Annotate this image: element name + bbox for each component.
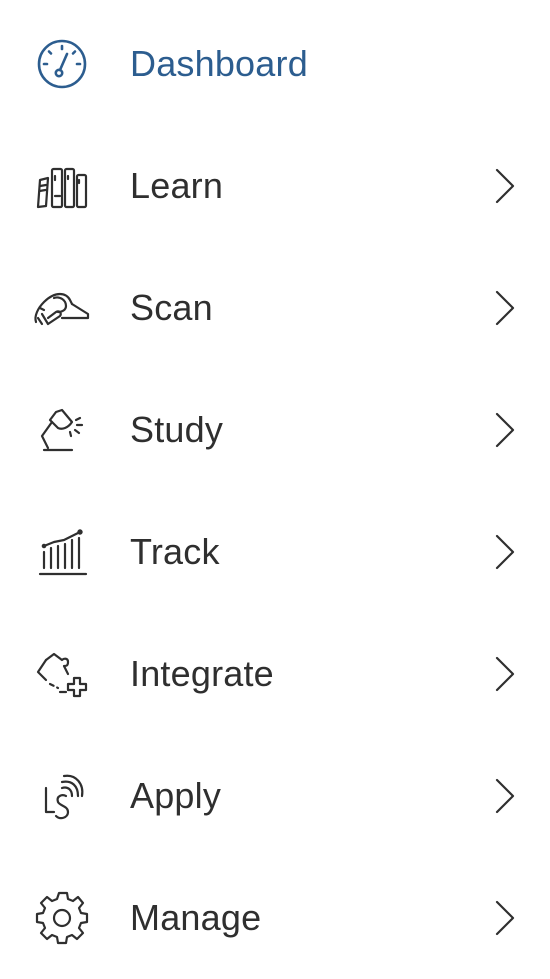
nav-label-study: Study	[130, 409, 224, 450]
nav-item-dashboard[interactable]: Dashboard	[0, 3, 550, 125]
ls-signal-icon	[32, 766, 92, 826]
nav-item-learn[interactable]: Learn	[0, 125, 550, 247]
chevron-right-icon[interactable]	[490, 654, 520, 694]
chevron-right-icon[interactable]	[490, 410, 520, 450]
chevron-right-icon[interactable]	[490, 532, 520, 572]
desk-lamp-icon	[32, 400, 92, 460]
dashboard-gauge-icon	[32, 34, 92, 94]
bar-chart-trend-icon	[32, 522, 92, 582]
chevron-right-icon[interactable]	[490, 166, 520, 206]
nav-label-manage: Manage	[130, 897, 262, 938]
nav-item-scan[interactable]: Scan	[0, 247, 550, 369]
nav-label-integrate: Integrate	[130, 653, 274, 694]
nav-item-manage[interactable]: Manage	[0, 857, 550, 979]
books-icon	[32, 156, 92, 216]
nav-label-scan: Scan	[130, 287, 213, 328]
nav-item-integrate[interactable]: Integrate	[0, 613, 550, 735]
main-navigation-menu: Dashboard Learn Scan Study Track Integra…	[0, 0, 550, 978]
chevron-right-icon[interactable]	[490, 776, 520, 816]
nav-label-dashboard: Dashboard	[130, 43, 308, 84]
nav-label-apply: Apply	[130, 775, 222, 816]
nav-label-track: Track	[130, 531, 220, 572]
hand-scanner-icon	[32, 278, 92, 338]
chevron-right-icon[interactable]	[490, 898, 520, 938]
nav-item-study[interactable]: Study	[0, 369, 550, 491]
nav-item-track[interactable]: Track	[0, 491, 550, 613]
nav-label-learn: Learn	[130, 165, 224, 206]
puzzle-plus-icon	[32, 644, 92, 704]
nav-item-apply[interactable]: Apply	[0, 735, 550, 857]
chevron-right-icon[interactable]	[490, 288, 520, 328]
gear-icon	[32, 888, 92, 948]
